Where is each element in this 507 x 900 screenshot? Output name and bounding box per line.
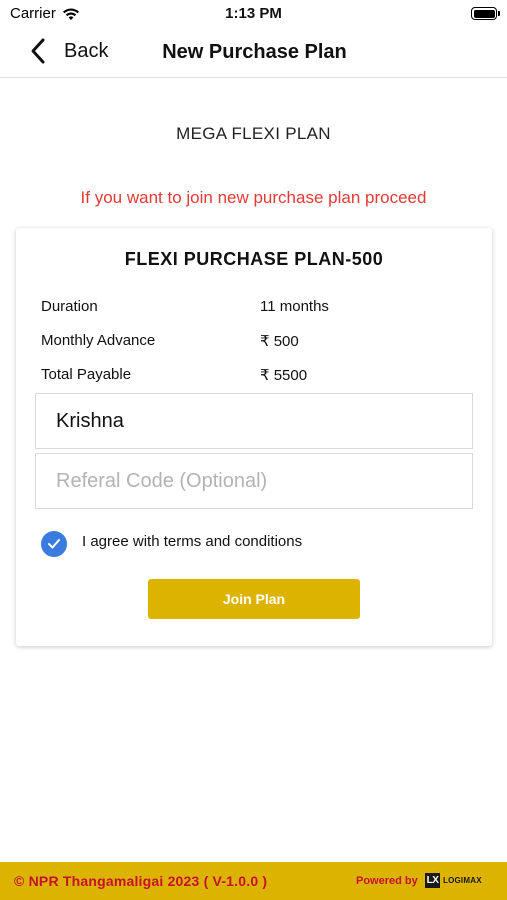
terms-checkbox[interactable]	[41, 531, 67, 557]
detail-label: Duration	[41, 298, 98, 315]
navigation-bar: Back New Purchase Plan	[0, 28, 507, 78]
logo-word: LOGIMAX	[443, 875, 482, 885]
proceed-note: If you want to join new purchase plan pr…	[80, 188, 427, 207]
footer: © NPR Thangamaligai 2023 ( V-1.0.0 ) Pow…	[0, 862, 507, 900]
name-input[interactable]	[35, 393, 473, 449]
status-time: 1:13 PM	[225, 5, 282, 22]
detail-value: ₹ 500	[260, 333, 299, 350]
status-bar: Carrier 1:13 PM	[0, 0, 507, 28]
logo-mark: LX	[425, 872, 440, 888]
page-title: New Purchase Plan	[162, 41, 347, 63]
detail-label: Total Payable	[41, 366, 132, 383]
copyright-text: © NPR Thangamaligai 2023 ( V-1.0.0 )	[14, 873, 268, 889]
plan-card: FLEXI PURCHASE PLAN-500 Duration 11 mont…	[16, 228, 492, 646]
battery-icon	[471, 7, 500, 20]
plan-heading: MEGA FLEXI PLAN	[176, 124, 331, 143]
checkmark-icon	[48, 539, 60, 549]
terms-label: I agree with terms and conditions	[82, 533, 303, 550]
referral-code-input[interactable]	[35, 453, 473, 509]
detail-value: 11 months	[260, 298, 329, 315]
join-plan-button[interactable]: Join Plan	[148, 579, 360, 619]
powered-by-label: Powered by	[356, 875, 418, 887]
detail-value: ₹ 5500	[260, 367, 308, 384]
logimax-logo: LX LOGIMAX	[425, 872, 482, 888]
card-title: FLEXI PURCHASE PLAN-500	[124, 249, 384, 269]
detail-label: Monthly Advance	[41, 332, 156, 349]
